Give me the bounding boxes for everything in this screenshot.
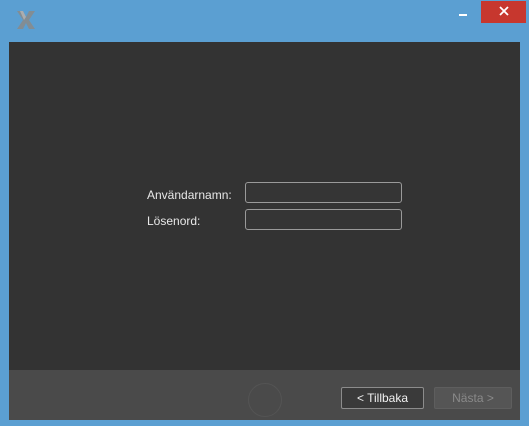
username-label: Användarnamn: <box>147 188 232 202</box>
window-bottom-border <box>9 420 520 426</box>
close-button[interactable] <box>481 1 526 23</box>
title-bar[interactable] <box>0 0 529 42</box>
close-icon <box>498 3 509 21</box>
password-input[interactable] <box>245 209 402 230</box>
loading-indicator <box>248 383 282 417</box>
back-button[interactable]: < Tillbaka <box>341 387 424 409</box>
minimize-button[interactable] <box>452 2 474 24</box>
login-panel <box>9 42 520 370</box>
minimize-icon <box>458 4 468 22</box>
app-logo-icon <box>14 8 38 32</box>
app-window: Användarnamn: Lösenord: < Tillbaka Nästa… <box>0 0 529 426</box>
username-input[interactable] <box>245 182 402 203</box>
next-button[interactable]: Nästa > <box>434 387 512 409</box>
password-label: Lösenord: <box>147 214 201 228</box>
